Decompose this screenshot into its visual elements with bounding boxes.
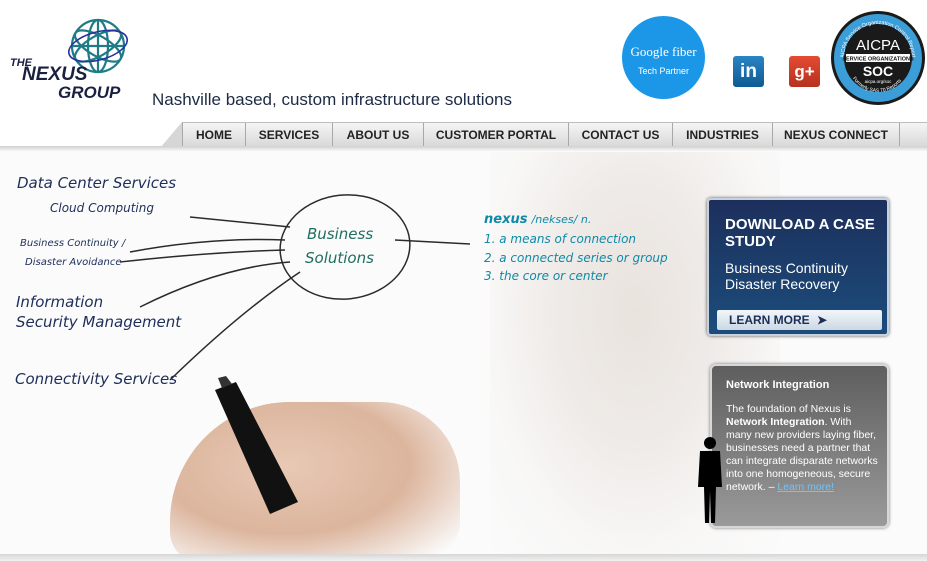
nav-filler — [899, 123, 927, 147]
businessman-silhouette-icon — [698, 437, 722, 523]
panel-body: The foundation of Nexus is Network Integ… — [726, 403, 878, 494]
arrow-right-icon: ➤ — [817, 313, 828, 327]
service-information: Information — [16, 293, 104, 311]
service-disaster-avoidance: Disaster Avoidance — [25, 257, 122, 268]
google-fiber-partner-label: Tech Partner — [637, 66, 690, 76]
service-cloud-computing: Cloud Computing — [50, 201, 154, 215]
google-plus-icon[interactable]: g+ — [789, 56, 820, 87]
main-nav: HOME SERVICES ABOUT US CUSTOMER PORTAL C… — [182, 122, 927, 148]
learn-more-link[interactable]: Learn more! — [777, 481, 834, 493]
definition-heading: nexus /nekses/ n. — [484, 212, 591, 227]
panel-body-start: The foundation of Nexus is — [726, 403, 851, 415]
svg-text:AICPA: AICPA — [856, 37, 900, 54]
svg-text:aicpa.org/soc: aicpa.org/soc — [865, 79, 893, 84]
aicpa-soc-seal[interactable]: AICPA Service Organization Control Repor… — [830, 10, 926, 106]
google-fiber-label: Google fiber — [630, 44, 697, 59]
linkedin-icon[interactable]: in — [733, 56, 764, 87]
site-tagline: Nashville based, custom infrastructure s… — [152, 90, 512, 109]
definition-line-2: 2. a connected series or group — [484, 251, 668, 265]
nav-home[interactable]: HOME — [182, 123, 245, 147]
marker-pen — [215, 376, 298, 514]
learn-more-button[interactable]: LEARN MORE ➤ — [717, 310, 882, 330]
nav-industries[interactable]: INDUSTRIES — [672, 123, 772, 147]
nav-customer-portal[interactable]: CUSTOMER PORTAL — [423, 123, 568, 147]
site-header: THE NEXUS GROUP Nashville based, custom … — [0, 0, 927, 120]
panel-body-bold: Network Integration — [726, 416, 825, 428]
definition-word: nexus — [484, 212, 528, 227]
nav-about-us[interactable]: ABOUT US — [332, 123, 423, 147]
definition-line-3: 3. the core or center — [484, 269, 608, 283]
center-solutions: Solutions — [305, 249, 374, 267]
center-business: Business — [307, 225, 374, 243]
footer-bar — [0, 554, 927, 561]
definition-pronunciation: /nekses/ n. — [531, 213, 592, 226]
cta-subtitle: Business Continuity Disaster Recovery — [725, 260, 848, 292]
google-fiber-badge[interactable]: Google fiber Tech Partner — [622, 16, 705, 99]
svg-text:SOC: SOC — [863, 63, 893, 79]
definition-line-1: 1. a means of connection — [484, 232, 637, 246]
learn-more-label: LEARN MORE — [729, 313, 810, 327]
service-connectivity: Connectivity Services — [15, 370, 178, 388]
case-study-cta[interactable]: DOWNLOAD A CASE STUDY Business Continuit… — [707, 198, 889, 336]
svg-text:SERVICE ORGANIZATIONS: SERVICE ORGANIZATIONS — [842, 57, 914, 63]
svg-text:NEXUS: NEXUS — [22, 64, 88, 85]
svg-text:GROUP: GROUP — [58, 83, 121, 102]
cta-title: DOWNLOAD A CASE STUDY — [725, 216, 875, 250]
panel-title: Network Integration — [726, 379, 830, 391]
service-data-center: Data Center Services — [17, 174, 177, 192]
nav-services[interactable]: SERVICES — [245, 123, 332, 147]
service-security-management: Security Management — [16, 313, 182, 331]
nexus-group-logo[interactable]: THE NEXUS GROUP — [8, 14, 138, 104]
nav-contact-us[interactable]: CONTACT US — [568, 123, 672, 147]
nav-nexus-connect[interactable]: NEXUS CONNECT — [772, 123, 899, 147]
service-business-continuity: Business Continuity / — [20, 238, 126, 249]
network-integration-panel: Network Integration The foundation of Ne… — [710, 364, 889, 528]
